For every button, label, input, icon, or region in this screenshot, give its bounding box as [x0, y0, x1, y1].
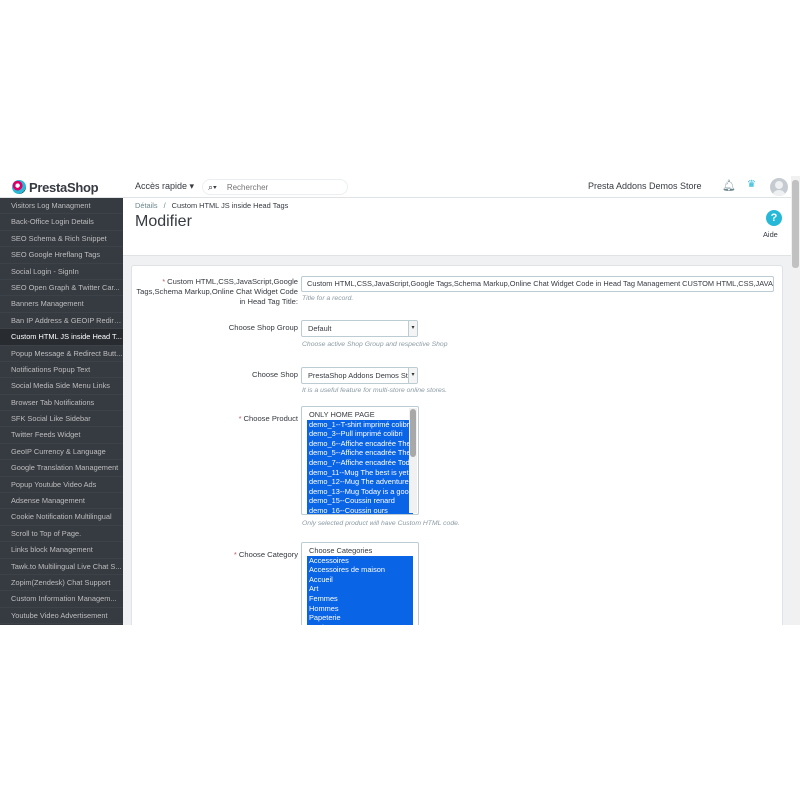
- main-content: Détails / Custom HTML JS inside Head Tags …: [123, 198, 791, 625]
- list-option[interactable]: demo_3--Pull imprimé colibri: [307, 429, 413, 439]
- shop-group-label: Choose Shop Group: [228, 323, 298, 332]
- list-option[interactable]: Papeterie: [307, 613, 413, 623]
- search-bar[interactable]: ⌕▾: [202, 179, 348, 195]
- breadcrumb-current: Custom HTML JS inside Head Tags: [171, 201, 289, 210]
- list-option[interactable]: Accessoires de maison: [307, 565, 413, 575]
- sidebar-item[interactable]: Links block Management: [0, 542, 123, 559]
- screenshot-stage: PrestaShop Accès rapide ▾ ⌕▾ Presta Addo…: [0, 0, 800, 800]
- shop-value: PrestaShop Addons Demos Store: [308, 371, 418, 380]
- sidebar-item[interactable]: SEO Open Graph & Twitter Car...: [0, 280, 123, 297]
- help-label[interactable]: Aide: [763, 230, 778, 239]
- sidebar-item[interactable]: Google Translation Management: [0, 460, 123, 477]
- store-name-link[interactable]: Presta Addons Demos Store: [588, 181, 702, 191]
- sidebar-item[interactable]: SFK Social Like Sidebar: [0, 411, 123, 428]
- prestashop-logo[interactable]: PrestaShop: [12, 179, 99, 195]
- sidebar-item[interactable]: Cookie Notification Multilingual: [0, 509, 123, 526]
- logo-text: PrestaShop: [29, 179, 99, 195]
- sidebar-item[interactable]: Zopim(Zendesk) Chat Support: [0, 575, 123, 592]
- sidebar-item[interactable]: Popup Youtube Video Ads: [0, 477, 123, 494]
- sidebar-item[interactable]: Visitors Log Managment: [0, 198, 123, 215]
- shop-group-value: Default: [308, 324, 332, 333]
- list-option[interactable]: Racine: [307, 622, 413, 625]
- chevron-down-icon: ▾: [408, 321, 417, 336]
- sidebar-item[interactable]: Notifications Popup Text: [0, 362, 123, 379]
- list-option[interactable]: demo_15--Coussin renard: [307, 496, 413, 506]
- list-option[interactable]: Choose Categories: [307, 546, 413, 556]
- prestashop-admin-window: PrestaShop Accès rapide ▾ ⌕▾ Presta Addo…: [0, 176, 800, 625]
- sidebar-item[interactable]: SEO Google Hreflang Tags: [0, 247, 123, 264]
- search-input[interactable]: [226, 182, 327, 192]
- sidebar-item[interactable]: Custom HTML JS inside Head T...: [0, 329, 123, 346]
- page-scrollbar-thumb[interactable]: [792, 180, 799, 268]
- sidebar-item[interactable]: Social Login - SignIn: [0, 264, 123, 280]
- list-option[interactable]: demo_1--T-shirt imprimé colibri: [307, 419, 413, 430]
- list-option[interactable]: demo_5--Affiche encadrée The adventure: [307, 448, 413, 458]
- sidebar-item[interactable]: Adsense Management: [0, 493, 123, 510]
- list-option[interactable]: Art: [307, 584, 413, 594]
- category-multiselect[interactable]: Choose Categories Accessoires Accessoires …: [301, 542, 419, 625]
- shop-hint: It is a useful feature for multi-store o…: [302, 387, 448, 394]
- list-option[interactable]: ONLY HOME PAGE: [307, 410, 413, 420]
- title-input[interactable]: Custom HTML,CSS,JavaScript,Google Tags,S…: [301, 276, 774, 292]
- list-option[interactable]: demo_13--Mug Today is a good day: [307, 486, 413, 497]
- breadcrumb-parent[interactable]: Détails: [135, 201, 158, 210]
- list-option[interactable]: Accessoires: [307, 555, 413, 566]
- trophy-icon[interactable]: ♛: [747, 179, 756, 190]
- sidebar-item[interactable]: Youtube Video Advertisement: [0, 608, 123, 625]
- page-title: Modifier: [135, 213, 192, 230]
- search-icon[interactable]: ⌕▾: [208, 182, 217, 193]
- list-option[interactable]: demo_11--Mug The best is yet: [307, 467, 413, 478]
- sidebar-item[interactable]: Banners Management: [0, 296, 123, 313]
- category-label: * Choose Category: [233, 550, 298, 559]
- sidebar-item[interactable]: Twitter Feeds Widget: [0, 427, 123, 444]
- list-option[interactable]: Hommes: [307, 603, 413, 614]
- quick-access-dropdown[interactable]: Accès rapide ▾: [135, 181, 194, 192]
- sidebar-item[interactable]: Tawk.to Multilingual Live Chat S...: [0, 559, 123, 575]
- list-option[interactable]: demo_6--Affiche encadrée The best: [307, 438, 413, 449]
- page-header: Détails / Custom HTML JS inside Head Tags …: [123, 198, 791, 256]
- product-options: ONLY HOME PAGE demo_1--T-shirt imprimé co…: [307, 410, 413, 514]
- sidebar-item[interactable]: Popup Message & Redirect Butt...: [0, 346, 123, 362]
- sidebar-item[interactable]: SEO Schema & Rich Snippet: [0, 231, 123, 248]
- breadcrumb: Détails / Custom HTML JS inside Head Tags: [135, 201, 288, 210]
- required-mark: *: [238, 414, 242, 423]
- notifications-bell-icon[interactable]: 🔔︎: [722, 179, 736, 192]
- category-options: Choose Categories Accessoires Accessoires …: [307, 546, 413, 625]
- list-option[interactable]: Accueil: [307, 574, 413, 585]
- title-hint: Title for a record.: [302, 295, 354, 302]
- edit-form-panel: * Custom HTML,CSS,JavaScript,Google Tags,…: [131, 265, 783, 625]
- shop-label: Choose Shop: [251, 370, 298, 379]
- shop-select[interactable]: PrestaShop Addons Demos Store ▾: [301, 367, 418, 384]
- sidebar-item[interactable]: Back-Office Login Details: [0, 214, 123, 231]
- product-hint: Only selected product will have Custom H…: [302, 520, 460, 527]
- title-field-label: * Custom HTML,CSS,JavaScript,Google Tags,…: [136, 277, 298, 306]
- shop-group-hint: Choose active Shop Group and respective …: [302, 341, 448, 348]
- product-label: * Choose Product: [238, 414, 298, 423]
- list-option[interactable]: demo_12--Mug The adventure begins: [307, 477, 413, 487]
- sidebar-item[interactable]: Ban IP Address & GEOIP Redirect: [0, 313, 123, 330]
- shop-group-select[interactable]: Default ▾: [301, 320, 418, 337]
- product-multiselect[interactable]: ONLY HOME PAGE demo_1--T-shirt imprimé co…: [301, 406, 419, 515]
- prestashop-logo-icon: [12, 180, 26, 194]
- sidebar-item[interactable]: Custom Information Managem...: [0, 591, 123, 608]
- required-mark: *: [233, 550, 237, 559]
- help-icon[interactable]: ?: [766, 210, 782, 226]
- chevron-down-icon: ▾: [408, 368, 417, 383]
- sidebar-item[interactable]: GeoIP Currency & Language: [0, 444, 123, 461]
- sidebar-item[interactable]: Scroll to Top of Page.: [0, 526, 123, 543]
- list-option[interactable]: Femmes: [307, 593, 413, 604]
- top-header: PrestaShop Accès rapide ▾ ⌕▾ Presta Addo…: [0, 176, 800, 198]
- list-option[interactable]: demo_16--Coussin ours: [307, 505, 413, 514]
- product-scrollbar-thumb[interactable]: [410, 409, 416, 457]
- sidebar-item[interactable]: Browser Tab Notifications: [0, 395, 123, 412]
- employee-avatar[interactable]: [770, 178, 788, 196]
- sidebar-menu: Visitors Log Managment Back-Office Login …: [0, 198, 123, 625]
- sidebar-item[interactable]: Social Media Side Menu Links: [0, 378, 123, 395]
- list-option[interactable]: demo_7--Affiche encadrée Today: [307, 457, 413, 468]
- breadcrumb-separator: /: [163, 201, 166, 210]
- required-mark: *: [162, 277, 166, 286]
- page-scrollbar[interactable]: [791, 176, 800, 625]
